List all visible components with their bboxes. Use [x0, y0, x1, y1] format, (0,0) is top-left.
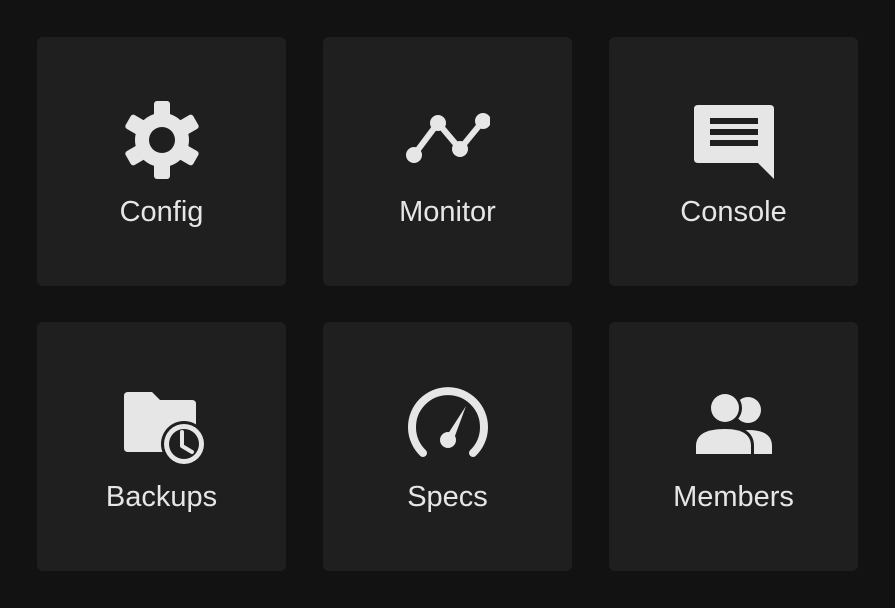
tile-label: Members [673, 481, 794, 513]
tile-console[interactable]: Console [609, 37, 858, 286]
tile-specs[interactable]: Specs [323, 322, 572, 571]
tile-label: Specs [407, 481, 488, 513]
line-chart-icon [405, 99, 490, 183]
tile-label: Console [680, 196, 787, 228]
group-icon [692, 384, 776, 468]
tile-label: Monitor [399, 196, 496, 228]
message-icon [692, 99, 776, 183]
tile-monitor[interactable]: Monitor [323, 37, 572, 286]
tile-label: Config [119, 196, 204, 228]
gear-icon [120, 99, 204, 183]
tile-config[interactable]: Config [37, 37, 286, 286]
speedometer-icon [406, 384, 490, 468]
tile-label: Backups [105, 481, 218, 513]
folder-clock-icon [120, 384, 204, 468]
tile-members[interactable]: Members [609, 322, 858, 571]
tile-backups[interactable]: Backups [37, 322, 286, 571]
